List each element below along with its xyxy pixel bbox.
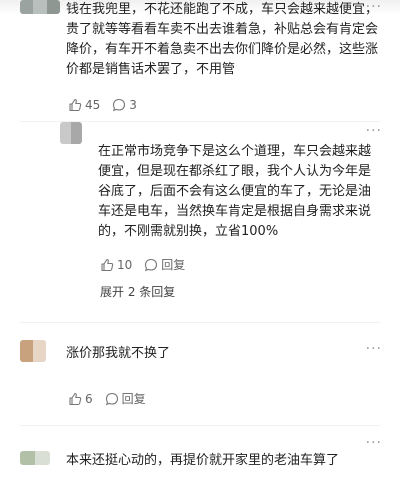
thumbs-up-icon: [69, 392, 82, 405]
comment-actions: 6 回复: [68, 390, 158, 407]
more-dots-icon[interactable]: ···: [366, 436, 382, 450]
avatar[interactable]: [60, 122, 82, 144]
avatar[interactable]: [20, 451, 50, 465]
like-count: 45: [85, 98, 101, 112]
comment-text: 本来还挺心动的，再提价就开家里的老油车算了: [66, 453, 340, 468]
expand-replies-link[interactable]: 展开 2 条回复: [100, 283, 175, 300]
comment-text: 钱在我兜里，不花还能跑了不成，车只会越来越便宜， 贵了就等等看看车卖不出去谁着急…: [66, 2, 379, 77]
like-button[interactable]: 45: [68, 98, 100, 112]
comment-actions: 10 回复: [100, 256, 197, 273]
reply-button[interactable]: 3: [112, 98, 137, 112]
more-dots-icon[interactable]: ···: [366, 124, 382, 138]
comment-text: 在正常市场竞争下是这么个道理，车只会越来越 便宜，但是现在都杀红了眼，我个人认为…: [98, 144, 372, 239]
chat-bubble-icon: [113, 98, 126, 112]
like-count: 6: [85, 391, 93, 406]
reply-label: 回复: [121, 392, 146, 406]
reply-button[interactable]: 回复: [144, 256, 185, 273]
avatar[interactable]: [20, 340, 46, 362]
divider: [20, 322, 380, 323]
avatar[interactable]: [20, 0, 60, 14]
like-count: 10: [117, 257, 133, 272]
comment-text: 涨价那我就不换了: [66, 346, 171, 361]
like-button[interactable]: 10: [100, 258, 132, 272]
reply-count: 3: [129, 98, 137, 112]
thumbs-up-icon: [69, 98, 82, 112]
comment-actions: 45 3: [68, 98, 149, 112]
chat-bubble-icon: [145, 258, 158, 271]
thumbs-up-icon: [101, 258, 114, 271]
like-button[interactable]: 6: [68, 392, 93, 406]
divider: [20, 425, 380, 426]
reply-button[interactable]: 回复: [105, 390, 146, 407]
chat-bubble-icon: [105, 392, 118, 405]
reply-label: 回复: [161, 258, 186, 272]
